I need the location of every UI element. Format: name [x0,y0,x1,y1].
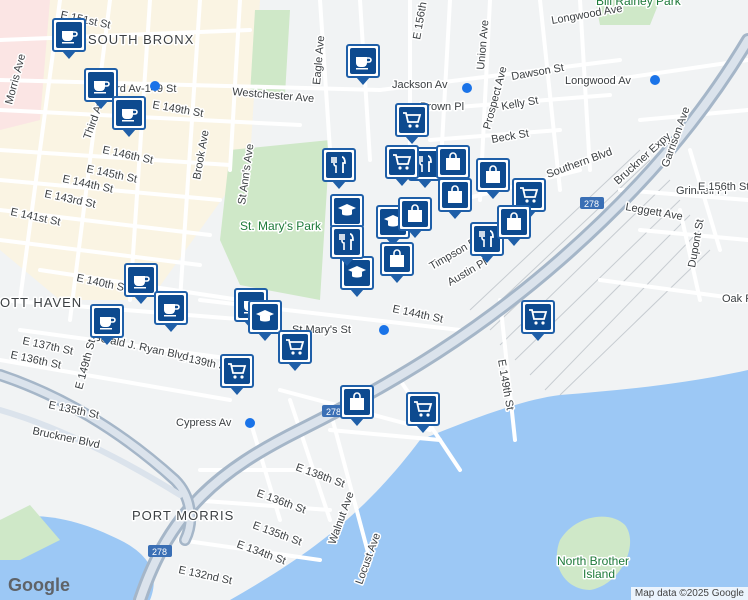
shopping-bag-icon [440,149,466,175]
poi-marker[interactable] [112,96,146,137]
area-label-port-morris: PORT MORRIS [132,508,234,523]
poi-marker[interactable] [278,330,312,371]
shopping-bag-icon [402,201,428,227]
cafe-icon [128,267,154,293]
area-label-mott-haven: OTT HAVEN [0,295,82,310]
poi-marker[interactable] [497,205,531,246]
poi-marker[interactable] [398,197,432,238]
subway-icon [650,75,660,85]
restaurant-icon [326,152,352,178]
shopping-bag-icon [442,182,468,208]
poi-marker[interactable] [436,145,470,186]
street-oak-pt: Oak Pt [722,293,748,305]
svg-text:278: 278 [326,407,341,417]
cafe-icon [56,22,82,48]
park-label-north-brother: North Brother [557,554,629,568]
street-e-156th: E 156th St [698,181,748,193]
poi-marker[interactable] [521,300,555,341]
poi-marker[interactable] [340,385,374,426]
cafe-icon [88,72,114,98]
poi-marker[interactable] [220,354,254,395]
area-label-south-bronx: SOUTH BRONX [88,32,194,47]
street-longwood-av: Longwood Av [565,75,631,87]
route-shield-278-3: 278 [148,545,172,557]
cafe-icon [350,48,376,74]
cafe-icon [94,308,120,334]
poi-marker[interactable] [406,392,440,433]
street-jackson-av: Jackson Av [392,79,448,91]
street-3rd-av-149: 3rd Av-149 St [110,83,176,95]
poi-marker[interactable] [438,178,472,219]
poi-marker[interactable] [395,103,429,144]
shopping-bag-icon [384,246,410,272]
poi-marker[interactable] [476,158,510,199]
school-icon [334,198,360,224]
shopping-bag-icon [501,209,527,235]
subway-icon [379,325,389,335]
shopping-bag-icon [344,389,370,415]
park-label-north-brother-2: Island [583,567,615,581]
shopping-cart-icon [525,304,551,330]
poi-marker[interactable] [330,194,364,235]
shopping-cart-icon [282,334,308,360]
poi-marker[interactable] [124,263,158,304]
shopping-bag-icon [480,162,506,188]
svg-text:278: 278 [584,199,599,209]
poi-marker[interactable] [380,242,414,283]
shopping-cart-icon [389,149,415,175]
shopping-cart-icon [399,107,425,133]
shopping-cart-icon [224,358,250,384]
google-logo: Google [8,575,70,595]
map-attribution[interactable]: Map data ©2025 Google [630,587,748,600]
subway-icon [462,83,472,93]
school-icon [252,304,278,330]
cafe-icon [158,295,184,321]
poi-marker[interactable] [248,300,282,341]
route-shield-278: 278 [580,197,604,209]
subway-icon [150,81,160,91]
street-cypress-av: Cypress Av [176,417,232,429]
cafe-icon [116,100,142,126]
svg-text:278: 278 [152,547,167,557]
poi-marker[interactable] [330,225,364,266]
restaurant-icon [334,229,360,255]
shopping-cart-icon [410,396,436,422]
poi-marker[interactable] [90,304,124,345]
poi-marker[interactable] [385,145,419,186]
poi-marker[interactable] [322,148,356,189]
park-label-st-marys: St. Mary's Park [240,219,322,233]
poi-marker[interactable] [154,291,188,332]
subway-icon [245,418,255,428]
poi-marker[interactable] [346,44,380,85]
poi-marker[interactable] [52,18,86,59]
